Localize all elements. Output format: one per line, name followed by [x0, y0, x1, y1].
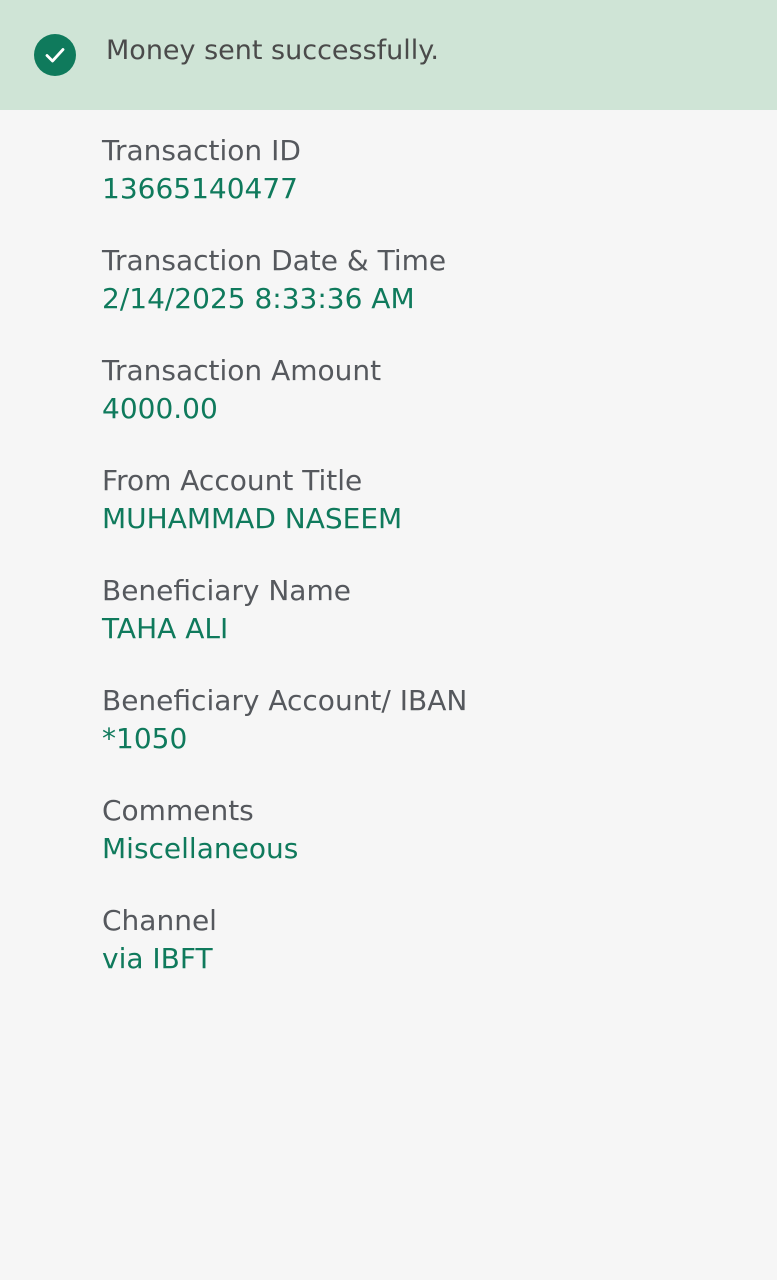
- detail-transaction-id: Transaction ID 13665140477: [102, 132, 742, 242]
- detail-label: Channel: [102, 904, 217, 937]
- check-circle-icon: [34, 34, 76, 76]
- detail-value: 2/14/2025 8:33:36 AM: [102, 282, 415, 315]
- detail-value: via IBFT: [102, 942, 213, 975]
- detail-value: 4000.00: [102, 392, 218, 425]
- detail-from-account-title: From Account Title MUHAMMAD NASEEM: [102, 462, 742, 572]
- detail-transaction-amount: Transaction Amount 4000.00: [102, 352, 742, 462]
- detail-value: Miscellaneous: [102, 832, 299, 865]
- detail-value: MUHAMMAD NASEEM: [102, 502, 403, 535]
- detail-value: *1050: [102, 722, 188, 755]
- detail-label: Transaction Date & Time: [102, 244, 447, 277]
- success-message: Money sent successfully.: [106, 35, 440, 66]
- detail-channel: Channel via IBFT: [102, 902, 742, 1012]
- detail-label: Beneficiary Account/ IBAN: [102, 684, 468, 717]
- detail-comments: Comments Miscellaneous: [102, 792, 742, 902]
- detail-value: TAHA ALI: [102, 612, 229, 645]
- detail-label: Comments: [102, 794, 254, 827]
- detail-beneficiary-account: Beneficiary Account/ IBAN *1050: [102, 682, 742, 792]
- detail-label: Beneficiary Name: [102, 574, 351, 607]
- detail-beneficiary-name: Beneficiary Name TAHA ALI: [102, 572, 742, 682]
- detail-value: 13665140477: [102, 172, 298, 205]
- detail-label: From Account Title: [102, 464, 363, 497]
- success-banner: Money sent successfully.: [0, 0, 777, 110]
- transaction-details: Transaction ID 13665140477 Transaction D…: [102, 132, 742, 1012]
- detail-label: Transaction Amount: [102, 354, 382, 387]
- detail-label: Transaction ID: [102, 134, 301, 167]
- detail-transaction-datetime: Transaction Date & Time 2/14/2025 8:33:3…: [102, 242, 742, 352]
